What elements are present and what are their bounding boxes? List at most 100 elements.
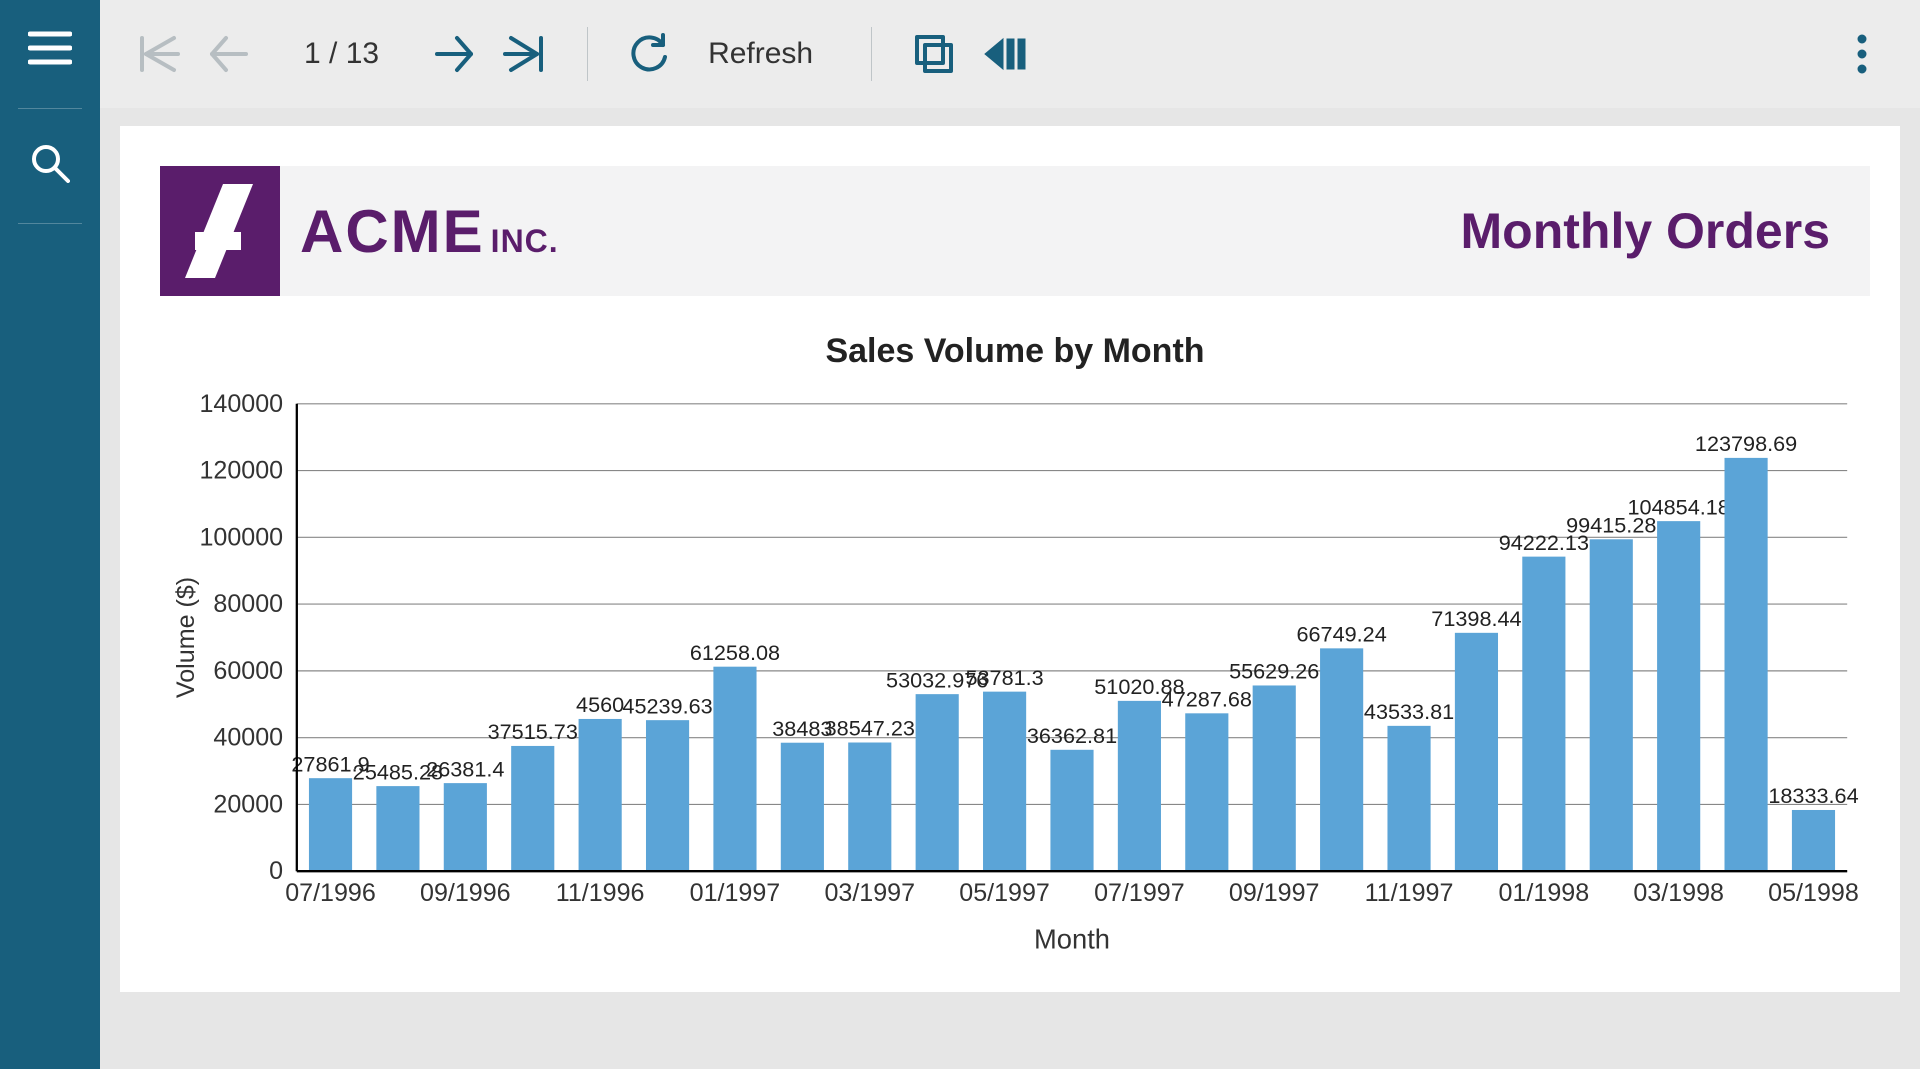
- bar: [1185, 713, 1228, 871]
- refresh-icon: [629, 33, 671, 75]
- bar: [1522, 557, 1565, 872]
- chart-title: Sales Volume by Month: [160, 332, 1870, 371]
- data-label: 66749.24: [1296, 622, 1386, 647]
- svg-text:40000: 40000: [213, 724, 283, 752]
- x-tick-label: 07/1997: [1094, 879, 1185, 907]
- chevron-right-icon: [433, 32, 477, 76]
- x-tick-label: 09/1997: [1229, 879, 1320, 907]
- x-tick-label: 11/1997: [1365, 879, 1454, 907]
- data-label: 43533.81: [1364, 699, 1454, 724]
- x-tick-label: 01/1997: [690, 879, 781, 907]
- sidebar: [0, 0, 100, 1069]
- bar: [1387, 726, 1430, 871]
- report-header: ACME INC. Monthly Orders: [160, 166, 1870, 296]
- data-label: 71398.44: [1431, 606, 1521, 631]
- data-label: 45239.63: [622, 693, 712, 718]
- refresh-button[interactable]: [620, 24, 680, 84]
- first-page-button[interactable]: [128, 24, 188, 84]
- chart-container: Sales Volume by Month 0 20000 40000 60000 80…: [160, 332, 1870, 962]
- export-button[interactable]: [904, 24, 964, 84]
- bar: [1792, 810, 1835, 871]
- svg-text:60000: 60000: [213, 657, 283, 685]
- bar: [1455, 633, 1498, 871]
- x-tick-label: 09/1996: [420, 879, 511, 907]
- refresh-label[interactable]: Refresh: [708, 37, 813, 71]
- report-title: Monthly Orders: [1461, 202, 1830, 260]
- brand-name: ACME: [300, 197, 485, 266]
- svg-text:100000: 100000: [199, 523, 283, 551]
- data-label: 104854.18: [1628, 494, 1730, 519]
- toggle-parameters-button[interactable]: [974, 24, 1034, 84]
- svg-text:120000: 120000: [199, 457, 283, 485]
- bar: [848, 743, 891, 872]
- data-label: 37515.73: [488, 719, 578, 744]
- first-page-icon: [136, 32, 180, 76]
- bar: [376, 786, 419, 871]
- x-tick-label: 03/1997: [824, 879, 915, 907]
- logo-icon: [175, 176, 265, 286]
- x-tick-label: 11/1996: [556, 879, 645, 907]
- data-label: 4560: [576, 692, 624, 717]
- data-label: 61258.08: [690, 640, 780, 665]
- next-page-button[interactable]: [425, 24, 485, 84]
- last-page-icon: [503, 32, 547, 76]
- data-label: 123798.69: [1695, 431, 1797, 456]
- bar: [1320, 648, 1363, 871]
- bar-chart: 0 20000 40000 60000 80000 100000 120000 140000 2…: [160, 381, 1870, 962]
- brand-suffix: INC.: [491, 223, 559, 260]
- data-label: 53781.3: [965, 665, 1043, 690]
- main-area: 1 / 13 Refresh: [100, 0, 1920, 1069]
- data-label: 55629.26: [1229, 659, 1319, 684]
- chevron-left-icon: [206, 32, 250, 76]
- parameters-icon: [981, 35, 1027, 73]
- svg-text:20000: 20000: [213, 790, 283, 818]
- toolbar-divider: [871, 27, 872, 81]
- y-axis-label: Volume ($): [172, 577, 200, 698]
- export-icon: [911, 31, 957, 77]
- bar: [444, 783, 487, 871]
- bar: [309, 778, 352, 871]
- bar: [983, 692, 1026, 872]
- bar: [1725, 458, 1768, 871]
- svg-text:80000: 80000: [213, 590, 283, 618]
- bar: [713, 667, 756, 872]
- brand-text: ACME INC.: [300, 197, 559, 266]
- x-tick-label: 07/1996: [285, 879, 376, 907]
- x-tick-label: 03/1998: [1633, 879, 1724, 907]
- bar: [511, 746, 554, 871]
- x-tick-label: 05/1998: [1768, 879, 1859, 907]
- sidebar-divider: [18, 223, 82, 224]
- last-page-button[interactable]: [495, 24, 555, 84]
- kebab-icon: [1857, 34, 1867, 74]
- bar: [1050, 750, 1093, 871]
- x-axis-label: Month: [1034, 924, 1110, 955]
- data-label: 36362.81: [1027, 723, 1117, 748]
- hamburger-icon: [28, 31, 72, 65]
- svg-text:140000: 140000: [199, 390, 283, 418]
- bar: [579, 719, 622, 871]
- sidebar-divider: [18, 108, 82, 109]
- svg-text:0: 0: [269, 857, 283, 885]
- data-label: 47287.68: [1162, 686, 1252, 711]
- data-label: 38483: [772, 716, 832, 741]
- toolbar: 1 / 13 Refresh: [100, 0, 1920, 108]
- x-tick-label: 01/1998: [1499, 879, 1590, 907]
- data-label: 26381.4: [426, 756, 504, 781]
- bar: [1657, 521, 1700, 871]
- data-label: 38547.23: [825, 716, 915, 741]
- brand-logo: [160, 166, 280, 296]
- toolbar-divider: [587, 27, 588, 81]
- bar: [646, 720, 689, 871]
- more-options-button[interactable]: [1832, 24, 1892, 84]
- x-tick-label: 05/1997: [959, 879, 1050, 907]
- bar: [1590, 539, 1633, 871]
- data-label: 18333.64: [1768, 783, 1858, 808]
- bar: [1118, 701, 1161, 871]
- search-button[interactable]: [20, 133, 80, 193]
- search-icon: [30, 143, 70, 183]
- menu-toggle-button[interactable]: [20, 18, 80, 78]
- bar: [781, 743, 824, 871]
- report-viewport[interactable]: ACME INC. Monthly Orders Sales Volume by…: [100, 108, 1920, 1069]
- page-indicator: 1 / 13: [304, 37, 379, 71]
- prev-page-button[interactable]: [198, 24, 258, 84]
